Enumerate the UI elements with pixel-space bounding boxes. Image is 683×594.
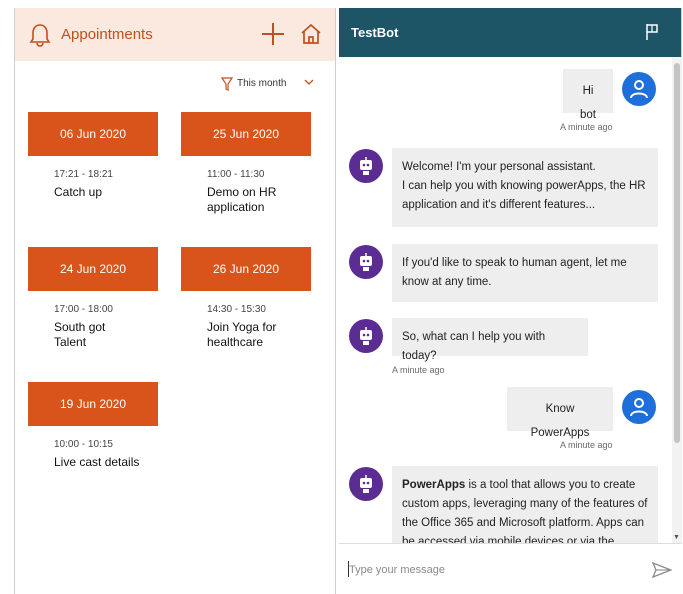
bot-message: If you'd like to speak to human agent, l… (392, 244, 658, 302)
appointment-name: Live cast details (54, 455, 140, 469)
user-message: Know PowerApps (507, 387, 613, 439)
appointment-card[interactable]: 24 Jun 2020 17:00 - 18:00 South got Tale… (28, 247, 158, 350)
send-icon[interactable] (652, 562, 672, 578)
appointment-card[interactable]: 06 Jun 2020 17:21 - 18:21 Catch up (28, 112, 158, 200)
chat-scrollbar[interactable]: ▼ (672, 57, 682, 543)
robot-icon (349, 149, 383, 183)
bell-icon[interactable] (29, 23, 51, 47)
message-input[interactable] (349, 560, 629, 580)
appointment-name: Join Yoga for healthcare (207, 320, 277, 349)
filter-icon (221, 77, 233, 91)
message-timestamp: A minute ago (560, 440, 613, 450)
appointment-name: South got Talent (54, 320, 106, 349)
appointment-card[interactable]: 26 Jun 2020 14:30 - 15:30 Join Yoga for … (181, 247, 311, 350)
scrollbar-thumb[interactable] (674, 63, 680, 443)
message-timestamp: A minute ago (560, 122, 613, 132)
appointment-time: 10:00 - 10:15 (54, 439, 113, 450)
bot-message: PowerApps is a tool that allows you to c… (392, 466, 658, 543)
chevron-down-icon (304, 79, 314, 85)
user-avatar-icon (622, 390, 656, 424)
chatbot-panel: TestBot Hi bot A minute ago Welcome! I'm… (339, 8, 682, 594)
message-timestamp: A minute ago (392, 365, 445, 375)
robot-icon (349, 467, 383, 501)
robot-icon (349, 319, 383, 353)
appointment-date: 06 Jun 2020 (28, 112, 158, 156)
chat-transcript[interactable]: Hi bot A minute ago Welcome! I'm your pe… (339, 57, 672, 543)
message-composer (339, 543, 682, 594)
user-avatar-icon (622, 72, 656, 106)
bold-term: PowerApps (402, 479, 466, 491)
robot-icon (349, 245, 383, 279)
appointments-panel: Appointments This month 06 Jun 2020 17:2… (14, 8, 336, 594)
appointment-time: 11:00 - 11:30 (207, 169, 265, 180)
appointment-date: 19 Jun 2020 (28, 382, 158, 426)
appointment-card[interactable]: 25 Jun 2020 11:00 - 11:30 Demo on HR app… (181, 112, 311, 215)
appointment-name: Catch up (54, 185, 103, 199)
chatbot-header: TestBot (339, 8, 681, 57)
appointment-date: 26 Jun 2020 (181, 247, 311, 291)
plus-icon[interactable] (261, 22, 285, 46)
home-icon[interactable] (299, 22, 323, 46)
filter-control[interactable]: This month (15, 61, 335, 103)
chatbot-title: TestBot (351, 25, 399, 40)
flag-icon[interactable] (645, 23, 659, 41)
user-message: Hi bot (563, 69, 613, 121)
appointment-card[interactable]: 19 Jun 2020 10:00 - 10:15 Live cast deta… (28, 382, 158, 470)
appointments-title: Appointments (61, 26, 153, 43)
bot-message: Welcome! I'm your personal assistant. I … (392, 148, 658, 227)
appointments-header: Appointments (15, 8, 335, 61)
appointment-name: Demo on HR application (207, 185, 277, 214)
appointment-date: 24 Jun 2020 (28, 247, 158, 291)
appointment-time: 17:21 - 18:21 (54, 169, 113, 180)
bot-message: So, what can I help you with today? (392, 318, 588, 362)
appointment-time: 17:00 - 18:00 (54, 304, 113, 315)
filter-label: This month (237, 78, 287, 89)
scroll-down-arrow-icon[interactable]: ▼ (673, 534, 680, 541)
appointment-time: 14:30 - 15:30 (207, 304, 266, 315)
appointment-date: 25 Jun 2020 (181, 112, 311, 156)
